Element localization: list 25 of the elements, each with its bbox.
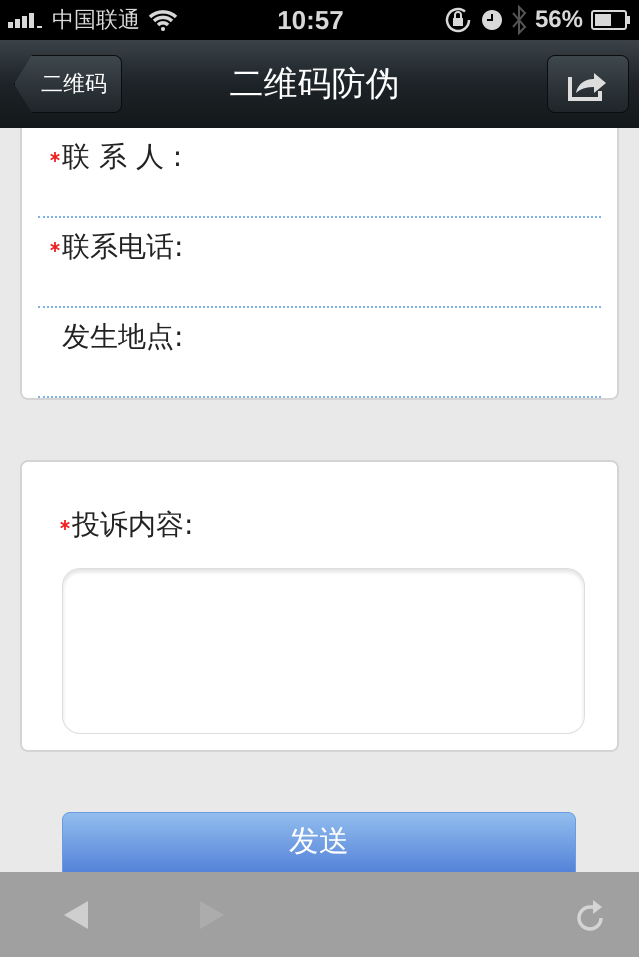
share-button[interactable] (547, 55, 629, 113)
battery-percent: 56% (534, 6, 583, 34)
field-label: 投诉内容: (72, 507, 194, 543)
status-time: 10:57 (276, 4, 345, 36)
rotation-lock-icon (442, 5, 473, 35)
carrier-name: 中国联通 (52, 7, 140, 35)
field-label: 联 系 人 : (62, 139, 182, 175)
complaint-input[interactable] (62, 568, 585, 734)
reload-icon (575, 898, 605, 932)
required-icon (50, 152, 60, 162)
back-button[interactable]: 二维码 (14, 55, 122, 113)
bluetooth-icon (510, 5, 527, 35)
clock-icon (480, 9, 503, 31)
form-field[interactable]: 联系电话: (38, 218, 601, 308)
form-field[interactable]: 联 系 人 : (38, 128, 601, 218)
back-icon (64, 900, 90, 928)
field-label: 发生地点: (62, 319, 184, 355)
page-title: 二维码防伪 (228, 63, 400, 106)
required-icon (50, 242, 60, 252)
wifi-icon (148, 9, 178, 31)
signal-icon (8, 12, 44, 28)
required-icon (60, 520, 70, 530)
form-field[interactable]: 发生地点: (38, 308, 601, 398)
battery-icon (591, 10, 631, 30)
field-label: 联系电话: (62, 229, 184, 265)
